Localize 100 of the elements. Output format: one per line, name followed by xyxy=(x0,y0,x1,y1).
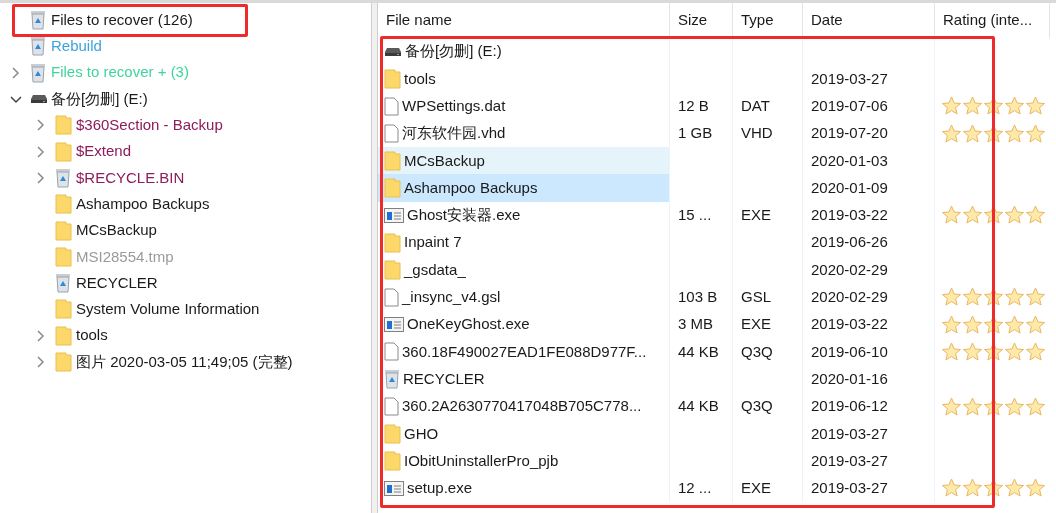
collapse-chevron-icon[interactable] xyxy=(9,94,22,104)
expand-chevron-icon[interactable] xyxy=(11,66,20,79)
file-row-name[interactable]: Ashampoo Backups xyxy=(378,174,670,202)
folder-icon xyxy=(55,194,72,215)
folder-icon xyxy=(384,423,401,444)
tree-item[interactable]: $RECYCLE.BIN xyxy=(76,166,185,190)
folder-icon xyxy=(384,178,401,199)
expand-chevron-icon[interactable] xyxy=(36,145,45,158)
tree-item[interactable]: MCsBackup xyxy=(76,219,157,242)
expand-chevron-icon[interactable] xyxy=(36,119,45,132)
table-cell-text: 2020-01-16 xyxy=(811,368,888,389)
tree-item[interactable]: System Volume Information xyxy=(76,298,260,321)
star-icon[interactable] xyxy=(941,287,962,308)
column-header[interactable]: Size xyxy=(670,3,733,38)
tree-item[interactable]: Files to recover (126) xyxy=(51,8,193,32)
star-icon[interactable] xyxy=(1025,341,1046,362)
star-icon[interactable] xyxy=(962,396,983,417)
expand-chevron-icon[interactable] xyxy=(36,329,45,342)
file-row-name[interactable]: Ghost安装器.exe xyxy=(378,201,670,230)
table-cell-text: DAT xyxy=(741,96,770,116)
tree-item[interactable]: 备份[勿删] (E:) xyxy=(51,87,148,111)
star-icon[interactable] xyxy=(1004,478,1025,499)
file-name: 360.2A2630770417048B705C778... xyxy=(402,396,642,417)
star-icon[interactable] xyxy=(1025,478,1046,499)
star-icon[interactable] xyxy=(1004,314,1025,335)
table-cell-text: 2020-02-29 xyxy=(811,287,888,308)
file-row-name[interactable]: 备份[勿删] (E:) xyxy=(378,38,670,66)
file-row-name[interactable]: _gsdata_ xyxy=(378,256,670,284)
star-icon[interactable] xyxy=(1025,96,1046,117)
star-icon[interactable] xyxy=(941,478,962,499)
file-row-name[interactable]: WPSettings.dat xyxy=(378,92,670,120)
table-cell-text: 1 GB xyxy=(678,123,713,144)
star-icon[interactable] xyxy=(1004,96,1025,117)
column-header[interactable]: Date xyxy=(803,3,935,38)
star-icon[interactable] xyxy=(962,287,983,308)
document-icon xyxy=(384,397,399,416)
file-name: RECYCLER xyxy=(403,368,485,389)
star-icon[interactable] xyxy=(962,205,983,226)
table-cell-text: EXE xyxy=(741,205,771,226)
file-row-name[interactable]: GHO xyxy=(378,420,670,448)
star-icon[interactable] xyxy=(941,123,962,144)
table-cell-text: 44 KB xyxy=(678,341,719,362)
star-icon[interactable] xyxy=(1025,287,1046,308)
file-row-name[interactable]: tools xyxy=(378,65,670,93)
column-header[interactable]: Rating (inte... xyxy=(935,3,1050,38)
file-row-name[interactable]: 360.2A2630770417048B705C778... xyxy=(378,392,670,421)
file-name: MCsBackup xyxy=(404,150,485,171)
star-icon[interactable] xyxy=(941,96,962,117)
star-icon[interactable] xyxy=(1004,205,1025,226)
tree-item[interactable]: RECYCLER xyxy=(76,271,158,295)
tree-item[interactable]: $Extend xyxy=(76,140,132,163)
star-icon[interactable] xyxy=(962,96,983,117)
tree-item[interactable]: tools xyxy=(76,324,108,347)
document-icon xyxy=(384,287,399,307)
table-cell-text: 2020-01-03 xyxy=(811,150,888,171)
document-icon xyxy=(384,124,399,144)
folder-icon xyxy=(55,141,72,162)
document-icon xyxy=(384,96,399,116)
star-icon[interactable] xyxy=(962,478,983,499)
star-icon[interactable] xyxy=(962,314,983,335)
star-icon[interactable] xyxy=(941,341,962,362)
star-icon[interactable] xyxy=(1025,396,1046,417)
tree-item[interactable]: 图片 2020-03-05 11;49;05 (完整) xyxy=(76,350,293,374)
table-cell-text: 2019-03-27 xyxy=(811,478,888,499)
table-cell-text: 2019-06-26 xyxy=(811,232,888,253)
file-name: Ashampoo Backups xyxy=(404,177,538,198)
star-icon[interactable] xyxy=(941,396,962,417)
table-cell-text: 44 KB xyxy=(678,396,719,417)
application-window-icon xyxy=(384,480,404,496)
star-icon[interactable] xyxy=(941,314,962,335)
file-row-name[interactable]: IObitUninstallerPro_pjb xyxy=(378,447,670,475)
file-name: setup.exe xyxy=(407,478,473,499)
file-name: _insync_v4.gsl xyxy=(402,287,501,308)
star-icon[interactable] xyxy=(962,341,983,362)
file-row-name[interactable]: OneKeyGhost.exe xyxy=(378,310,670,339)
star-icon[interactable] xyxy=(1025,205,1046,226)
column-header[interactable]: Type xyxy=(733,3,803,38)
file-row-name[interactable]: _insync_v4.gsl xyxy=(378,283,670,311)
tree-item[interactable]: $360Section - Backup xyxy=(76,114,223,137)
file-row-name[interactable]: RECYCLER xyxy=(378,365,670,393)
star-icon[interactable] xyxy=(962,123,983,144)
folder-icon xyxy=(55,325,72,346)
application-window-icon xyxy=(384,207,404,223)
star-icon[interactable] xyxy=(941,205,962,226)
star-icon[interactable] xyxy=(1004,123,1025,144)
star-icon[interactable] xyxy=(1025,123,1046,144)
file-row-name[interactable]: Inpaint 7 xyxy=(378,229,670,257)
drive-icon xyxy=(384,46,402,57)
column-header[interactable]: File name xyxy=(378,3,670,38)
table-cell-text: 2019-03-22 xyxy=(811,314,888,335)
expand-chevron-icon[interactable] xyxy=(36,171,45,184)
file-row-name[interactable]: 360.18F490027EAD1FE088D977F... xyxy=(378,338,670,366)
star-icon[interactable] xyxy=(1004,287,1025,308)
file-row-name[interactable]: MCsBackup xyxy=(378,147,670,175)
star-icon[interactable] xyxy=(1004,396,1025,417)
tree-item[interactable]: Ashampoo Backups xyxy=(76,192,210,216)
expand-chevron-icon[interactable] xyxy=(36,356,45,368)
star-icon[interactable] xyxy=(1004,341,1025,362)
file-row-name[interactable]: setup.exe xyxy=(378,474,670,503)
star-icon[interactable] xyxy=(1025,314,1046,335)
